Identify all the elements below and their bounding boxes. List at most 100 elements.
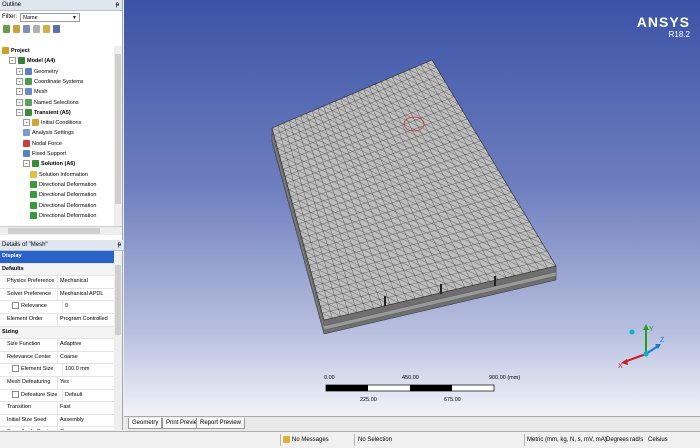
parameter-checkbox[interactable] [12, 365, 19, 373]
outline-toolbar [0, 23, 122, 35]
scale-label-bottom-0: 225.00 [360, 397, 377, 403]
details-row[interactable]: Defeature Size Default [0, 389, 114, 403]
details-value[interactable]: 0 [63, 301, 114, 313]
details-row[interactable]: Span Angle Center Coarse [0, 427, 114, 430]
tree-item[interactable]: Directional Deformation [30, 201, 96, 211]
tree-node-icon [25, 98, 32, 106]
tree-item[interactable]: Solution Information [30, 170, 88, 180]
tree-item[interactable]: Directional Deformation [30, 190, 96, 200]
parameter-checkbox[interactable] [12, 390, 19, 398]
expand-all-icon[interactable] [13, 25, 20, 33]
parameter-checkbox[interactable] [12, 302, 19, 310]
details-value[interactable]: 100.0 mm [63, 364, 114, 376]
tree-item[interactable]: − Solution (A6) [23, 159, 75, 169]
refresh-icon[interactable] [3, 25, 10, 33]
details-value[interactable]: Coarse [58, 352, 114, 364]
details-row[interactable]: Physics Preference Mechanical [0, 276, 114, 289]
details-row[interactable]: Initial Size Seed Assembly [0, 414, 114, 428]
details-value[interactable]: Default [63, 390, 114, 402]
tab-geometry[interactable]: Geometry [128, 418, 163, 429]
ansys-logo: ANSYS R18.2 [637, 14, 690, 39]
details-key: Initial Size Seed [0, 414, 58, 427]
tree-item[interactable]: Directional Deformation [30, 180, 96, 190]
pin-icon[interactable]: ᵽ [116, 0, 119, 10]
collapse-icon[interactable]: − [16, 108, 23, 116]
details-row[interactable]: Element Order Program Controlled [0, 313, 114, 327]
collapse-icon[interactable]: − [23, 160, 30, 168]
tree-item[interactable]: + Initial Conditions [23, 118, 81, 128]
details-value[interactable]: Assembly [58, 415, 114, 427]
tree-item[interactable]: Fixed Support [23, 149, 66, 159]
tree-vertical-scrollbar[interactable] [114, 46, 122, 226]
details-key-label: Element Size [21, 366, 54, 373]
details-section[interactable]: Display [0, 251, 114, 264]
details-key-label: Size Function [7, 341, 41, 348]
tree-item-label: Solution (A6) [41, 161, 76, 168]
tree-item[interactable]: Project [2, 46, 30, 56]
scrollbar-thumb[interactable] [115, 265, 121, 335]
details-value[interactable]: Mechanical APDL [58, 289, 114, 301]
tab-report-preview[interactable]: Report Preview [196, 418, 246, 429]
tree-expand-icon[interactable] [33, 25, 40, 33]
expand-icon[interactable]: + [23, 119, 30, 127]
scrollbar-thumb[interactable] [8, 228, 100, 234]
details-section[interactable]: Sizing [0, 326, 114, 340]
details-value[interactable]: Fast [58, 402, 114, 414]
details-value[interactable]: Yes [58, 377, 114, 389]
tree-item[interactable]: − Model (A4) [9, 56, 55, 66]
axis-label-y: Y [649, 326, 654, 333]
sort-icon[interactable] [53, 25, 60, 33]
angle-units[interactable]: Degrees [606, 435, 629, 445]
scrollbar-thumb[interactable] [115, 54, 121, 204]
collapse-icon[interactable]: − [9, 57, 16, 65]
tree-item-label: Directional Deformation [39, 212, 97, 219]
mesh-plate[interactable] [124, 0, 700, 416]
tree-item[interactable]: − Transient (A5) [16, 108, 71, 118]
status-separator [280, 434, 281, 446]
tree-item-label: Directional Deformation [39, 181, 97, 188]
details-value[interactable]: Coarse [58, 427, 114, 430]
tree-item[interactable]: + Geometry [16, 67, 58, 77]
tree-item[interactable]: Nodal Force [23, 139, 62, 149]
filter-value: Name [23, 14, 38, 21]
details-row[interactable]: Element Size 100.0 mm [0, 364, 114, 377]
tree-node-icon [30, 201, 37, 209]
expand-icon[interactable]: + [16, 98, 23, 106]
details-value[interactable]: Mechanical [58, 276, 114, 288]
tree-horizontal-scrollbar[interactable] [0, 226, 122, 235]
expand-icon[interactable]: + [16, 88, 23, 96]
pin-icon[interactable]: ᵽ [118, 240, 121, 250]
rate-units[interactable]: rad/s [630, 435, 643, 445]
tree-item-label: Transient (A5) [34, 109, 71, 116]
details-row[interactable]: Size Function Adaptive [0, 339, 114, 352]
tree-item[interactable]: Directional Deformation [30, 211, 96, 221]
details-value[interactable]: Adaptive [58, 339, 114, 351]
details-row[interactable]: Solver Preference Mechanical APDL [0, 288, 114, 302]
details-vertical-scrollbar[interactable] [114, 251, 122, 430]
details-key-label: Span Angle Center [7, 429, 53, 430]
filter-select[interactable]: Name ▼ [20, 12, 80, 22]
details-row[interactable]: Relevance 0 [0, 301, 114, 314]
details-row[interactable]: Transition Fast [0, 402, 114, 415]
tree-item[interactable]: + Named Selections [16, 98, 79, 108]
tree-node-icon [30, 170, 37, 178]
graphics-viewport[interactable]: ANSYS R18.2 0.00 450.00 900.00 (mm) 225.… [124, 0, 700, 416]
units-status[interactable]: Metric (mm, kg, N, s, mV, mA) [527, 435, 607, 445]
details-row[interactable]: Mesh Defeaturing Yes [0, 376, 114, 390]
details-value[interactable]: Program Controlled [58, 314, 114, 326]
tree-item[interactable]: + Mesh [16, 87, 47, 97]
tree-item[interactable]: Analysis Settings [23, 128, 74, 138]
collapse-all-icon[interactable] [23, 25, 30, 33]
expand-icon[interactable]: + [16, 77, 23, 85]
temperature-units[interactable]: Celsius [648, 435, 668, 445]
details-section[interactable]: Defaults [0, 263, 114, 277]
messages-text: No Messages [292, 437, 329, 443]
axis-triad[interactable]: Y X Z [618, 320, 668, 370]
folder-icon[interactable] [43, 25, 50, 33]
messages-status[interactable]: No Messages [283, 435, 329, 445]
tree-item[interactable]: + Coordinate Systems [16, 77, 84, 87]
scale-label-top-0: 0.00 [324, 375, 335, 381]
details-row[interactable]: Relevance Center Coarse [0, 351, 114, 365]
expand-icon[interactable]: + [16, 67, 23, 75]
support-leg [384, 296, 386, 306]
